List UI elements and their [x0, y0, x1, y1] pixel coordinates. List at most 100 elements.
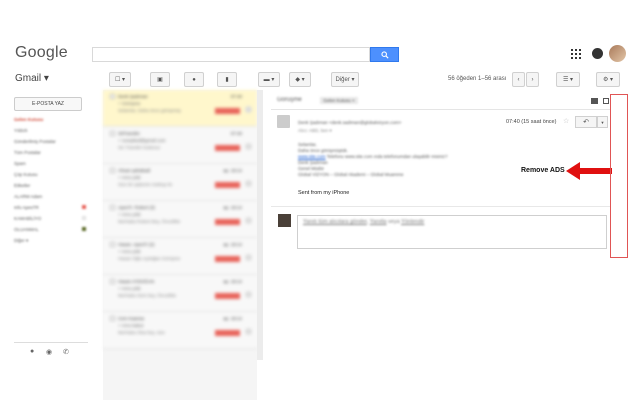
- row-checkbox[interactable]: [110, 316, 115, 321]
- row-checkbox[interactable]: [110, 94, 115, 99]
- row-sender: Cem Kaansa: [118, 316, 145, 321]
- row-time: 07:40: [230, 94, 242, 99]
- sender-line[interactable]: Denk Şadıman <denk.sadiman@globalvizyon.…: [298, 120, 401, 125]
- list-item[interactable]: Cem Kaansa ap. 19:14 + Arno kabut Merhab…: [103, 312, 257, 349]
- row-indicator: [245, 106, 252, 113]
- sidebar-item-label-4[interactable]: OLUANMAL: [14, 227, 94, 233]
- reply-all-link[interactable]: Yanıtı tüm alıcılara gönder: [303, 219, 367, 225]
- sidebar-item-label-1[interactable]: ALARM Adam: [14, 194, 94, 200]
- message-body-line: www.site.com Telefonu www.site.com ında …: [298, 154, 448, 159]
- top-bar: Google: [0, 38, 640, 70]
- reply-link[interactable]: Yanıtla: [370, 219, 387, 225]
- toolbar: Gmail ▾ ☐ ▾ ▣ ● ▮ ▬ ▾ ◆ ▾ Diğer ▾ 56 öğe…: [0, 70, 640, 90]
- person-icon[interactable]: ●: [30, 348, 34, 355]
- print-icon[interactable]: [591, 98, 598, 104]
- message-body-line: Denk Şadıman: [298, 160, 328, 165]
- sidebar-item-label: Info ApesTR: [14, 205, 39, 210]
- sidebar: E-POSTA YAZ Gelen Kutusu Yıldızlı Gönder…: [0, 90, 103, 400]
- row-indicator: [245, 291, 252, 298]
- more-options-button[interactable]: ▼: [597, 116, 608, 128]
- sidebar-item-labels[interactable]: Etiketler: [14, 183, 94, 189]
- compose-button[interactable]: E-POSTA YAZ: [14, 97, 82, 111]
- select-checkbox[interactable]: ☐ ▾: [109, 72, 131, 87]
- list-item[interactable]: ApesTr. Robert (3) ap. 19:14 + Arno yıld…: [103, 201, 257, 238]
- list-item[interactable]: Hasan AYDOĞAN ap. 19:14 + Arno yıldı Mer…: [103, 275, 257, 312]
- sender-name: Denk Şadıman: [298, 120, 328, 125]
- row-snippet: Siz Transfer kodunuz: [118, 145, 161, 150]
- more-button[interactable]: Diğer ▾: [331, 72, 359, 87]
- row-checkbox[interactable]: [110, 168, 115, 173]
- sidebar-item-spam[interactable]: Spam: [14, 161, 94, 167]
- delete-button[interactable]: ▮: [217, 72, 237, 87]
- row-indicator: [245, 254, 252, 261]
- new-window-icon[interactable]: [603, 98, 609, 104]
- avatar[interactable]: [609, 45, 626, 62]
- folder-icon: ▬ ▾: [263, 77, 275, 83]
- reply-box[interactable]: Yanıtı tüm alıcılara gönder, Yanıtla vey…: [297, 215, 607, 249]
- body-link[interactable]: www.site.com: [298, 154, 326, 159]
- apps-grid-icon[interactable]: [571, 49, 581, 59]
- sidebar-item-label-2[interactable]: Info ApesTR: [14, 205, 94, 211]
- phone-icon[interactable]: ✆: [63, 348, 69, 356]
- archive-icon: ▣: [157, 77, 163, 83]
- trash-icon: ▮: [225, 77, 229, 83]
- sidebar-item-label-3[interactable]: KAMABİLİYO: [14, 216, 94, 222]
- split-pane-icon: ☰ ▾: [562, 77, 574, 83]
- label-chip: [215, 145, 240, 151]
- row-time: 07:40: [230, 131, 242, 136]
- row-indicator: [245, 180, 252, 187]
- row-snippet: Selamlar, Daha önce görüşmüş: [118, 108, 181, 113]
- chevron-right-icon: ›: [531, 76, 534, 83]
- row-subject: + Arno yıldı: [118, 286, 141, 291]
- message-body-text: Telefonu www.site.com ında telefonumdan …: [326, 154, 448, 159]
- move-to-button[interactable]: ▬ ▾: [258, 72, 280, 87]
- row-checkbox[interactable]: [110, 205, 115, 210]
- hangouts-icon[interactable]: ◉: [46, 348, 52, 356]
- reply-button[interactable]: ↶: [575, 116, 597, 128]
- star-icon[interactable]: ☆: [563, 118, 569, 125]
- search-button[interactable]: [370, 47, 399, 62]
- report-spam-button[interactable]: ●: [184, 72, 204, 87]
- list-item[interactable]: SitTransfer 07:40 + noreplied@gmail.com …: [103, 127, 257, 164]
- row-indicator: [245, 217, 252, 224]
- page-range: 56 öğeden 1–56 arası: [448, 76, 507, 82]
- row-checkbox[interactable]: [110, 279, 115, 284]
- label-icon: ◆ ▾: [295, 77, 305, 83]
- row-checkbox[interactable]: [110, 242, 115, 247]
- list-scrollbar[interactable]: [257, 90, 263, 360]
- sidebar-item-more[interactable]: Diğer ▾: [14, 238, 94, 244]
- notifications-icon[interactable]: [592, 48, 603, 59]
- next-page-button[interactable]: ›: [526, 72, 539, 87]
- google-logo[interactable]: Google: [15, 44, 68, 62]
- search-input[interactable]: [92, 47, 370, 62]
- label-chip: [215, 293, 240, 299]
- inbox-label-badge[interactable]: Gelen Kutusu ×: [320, 97, 358, 104]
- sidebar-item-all-mail[interactable]: Tüm Postalar: [14, 150, 94, 156]
- sender-email: <denk.sadiman@globalvizyon.com>: [329, 120, 402, 125]
- row-checkbox[interactable]: [110, 131, 115, 136]
- forward-link[interactable]: Yönlendir: [401, 219, 424, 225]
- list-item[interactable]: Hasan. ApesTr (2) ap. 19:14 + Arno yıldı…: [103, 238, 257, 275]
- row-time: ap. 19:14: [223, 242, 242, 247]
- settings-button[interactable]: ⚙ ▾: [596, 72, 620, 87]
- archive-button[interactable]: ▣: [150, 72, 170, 87]
- list-item[interactable]: Denk Şadıman 07:40 + Görüşme Selamlar, D…: [103, 90, 257, 127]
- reply-prompt: Yanıtı tüm alıcılara gönder, Yanıtla vey…: [303, 219, 424, 225]
- sidebar-divider: [14, 342, 88, 343]
- list-item[interactable]: Ahsan şahabadi ap. 19:14 + Arno yıldı Si…: [103, 164, 257, 201]
- row-time: ap. 19:14: [223, 279, 242, 284]
- sidebar-item-starred[interactable]: Yıldızlı: [14, 128, 94, 134]
- prev-page-button[interactable]: ‹: [512, 72, 525, 87]
- row-time: ap. 19:14: [223, 168, 242, 173]
- split-pane-toggle[interactable]: ☰ ▾: [556, 72, 580, 87]
- gmail-menu[interactable]: Gmail ▾: [15, 73, 49, 84]
- sidebar-item-inbox[interactable]: Gelen Kutusu: [14, 117, 94, 123]
- sidebar-item-trash[interactable]: Çöp Kutusu: [14, 172, 94, 178]
- row-sender: SitTransfer: [118, 131, 140, 136]
- arrow-left-icon: [566, 162, 612, 180]
- row-time: ap. 19:14: [223, 205, 242, 210]
- recipients-line[interactable]: Alıcı: ABD, ben ▾: [298, 128, 332, 134]
- row-sender: Denk Şadıman: [118, 94, 148, 99]
- sidebar-item-sent[interactable]: Gönderilmiş Postalar: [14, 139, 94, 145]
- labels-button[interactable]: ◆ ▾: [289, 72, 311, 87]
